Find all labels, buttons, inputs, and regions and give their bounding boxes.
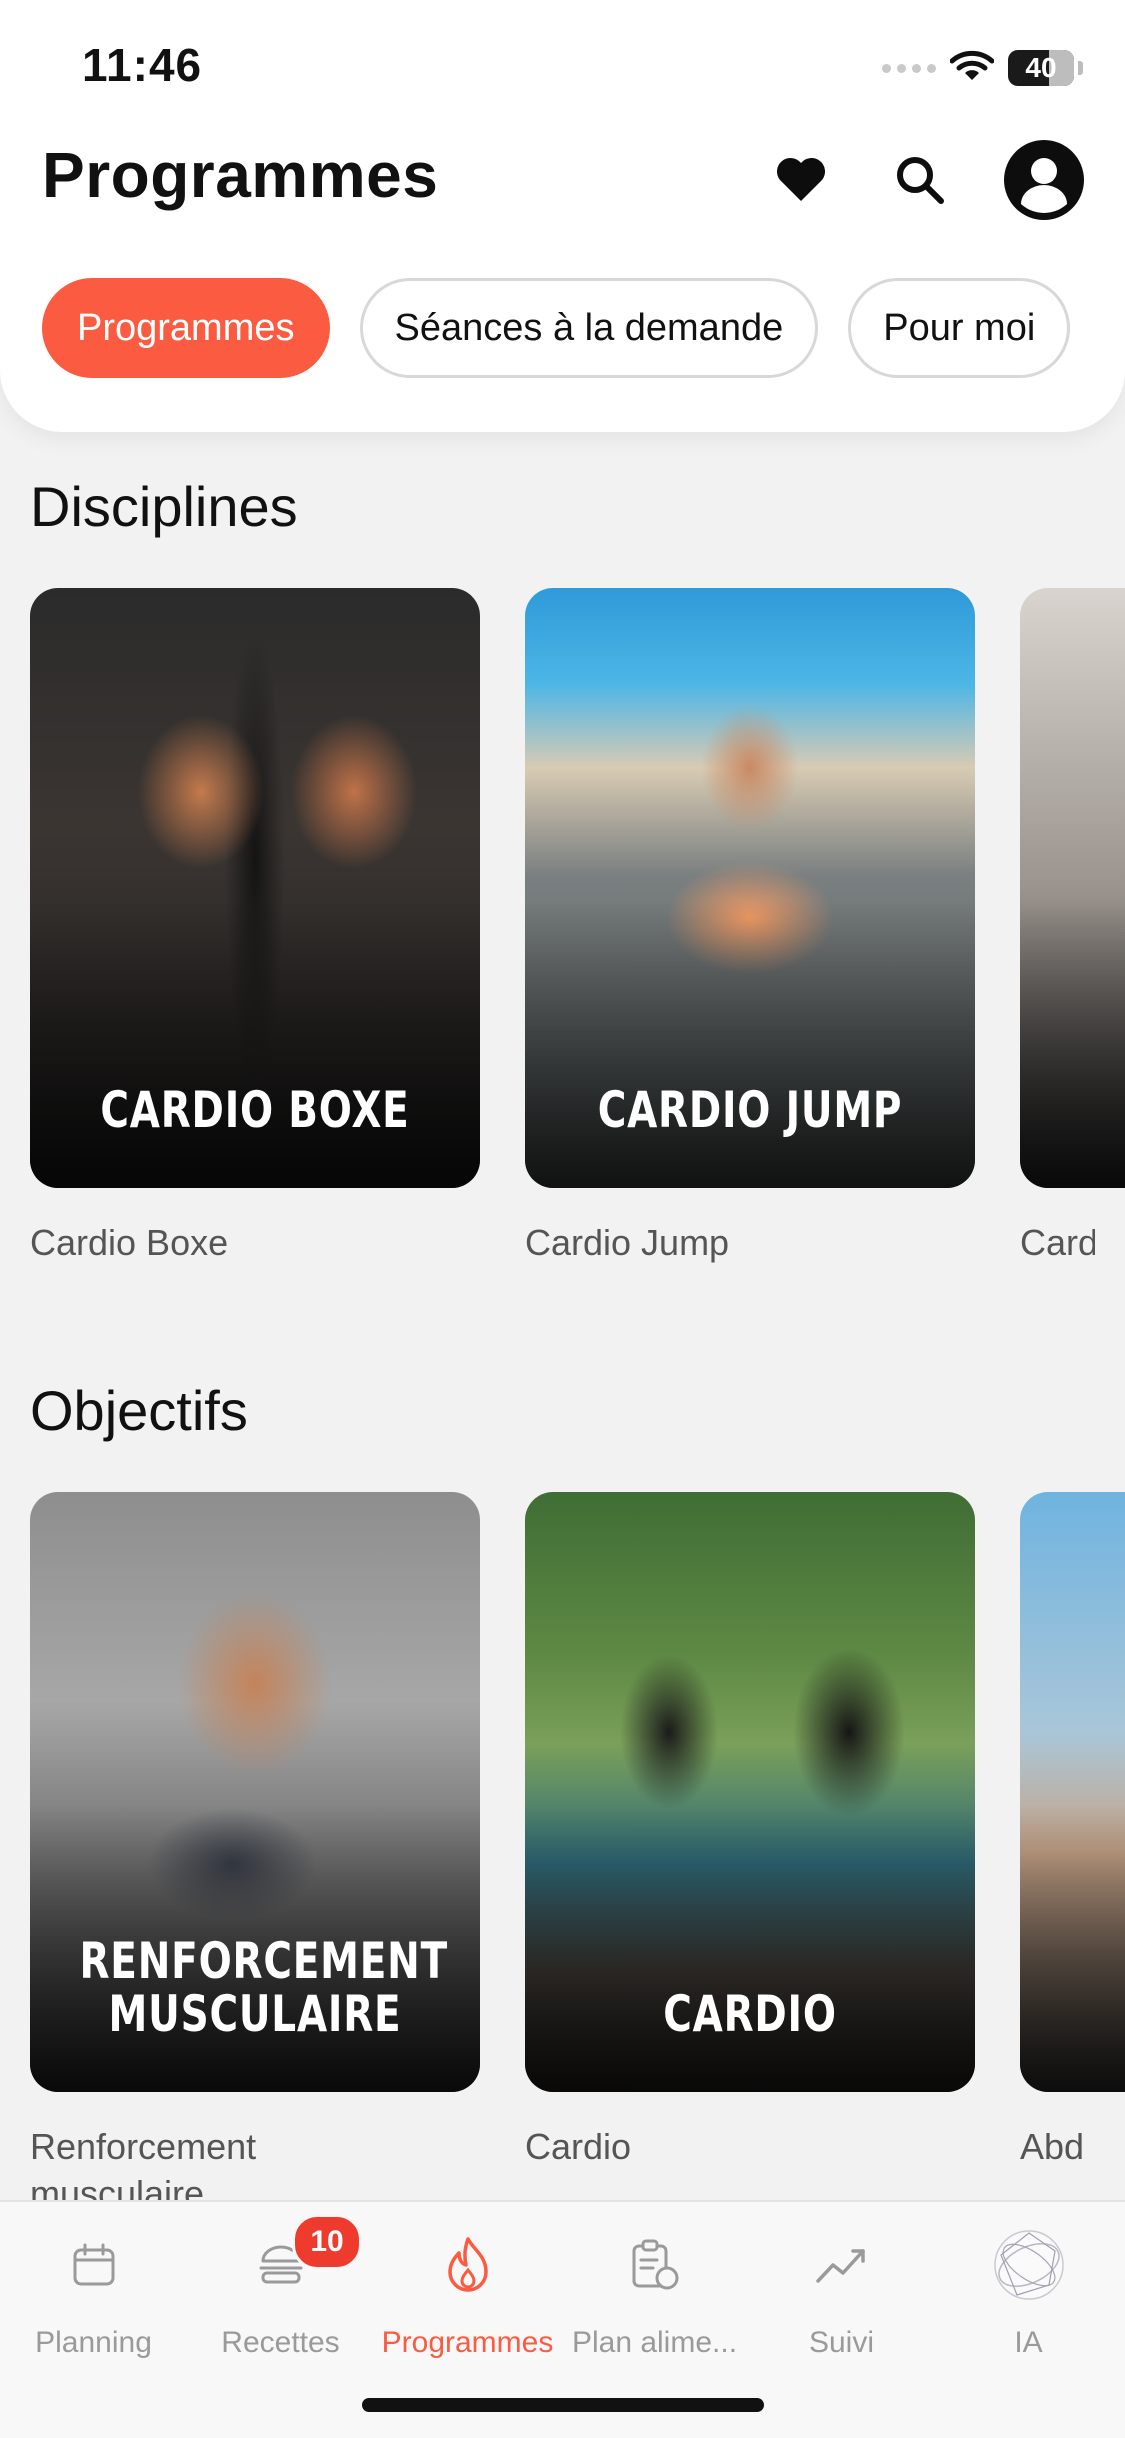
tab-label: IA: [1014, 2326, 1043, 2359]
card-peek-discipline[interactable]: [1020, 588, 1125, 1188]
tab-suivi[interactable]: Suivi: [748, 2202, 935, 2362]
tab-ia[interactable]: IA: [935, 2202, 1122, 2362]
status-time: 11:46: [82, 39, 203, 91]
tab-recettes[interactable]: 10 Recettes: [187, 2202, 374, 2362]
profile-button[interactable]: [1002, 138, 1086, 222]
heart-icon: [776, 157, 826, 201]
card-overlay-title: CARDIO BOXE: [100, 1080, 410, 1139]
chip-seances-a-la-demande[interactable]: Séances à la demande: [359, 278, 819, 378]
tab-label: Recettes: [221, 2326, 340, 2359]
filter-chips: Programmes Séances à la demande Pour moi: [42, 278, 1071, 378]
header: 11:46 40 Programmes Programmes Séances à…: [0, 0, 1125, 432]
wifi-icon: [949, 49, 995, 88]
home-indicator: [362, 2398, 764, 2412]
user-icon: [1004, 140, 1084, 220]
card-overlay-title: CARDIO JUMP: [597, 1080, 903, 1139]
cellular-signal-icon: [882, 63, 936, 73]
flame-icon: [374, 2232, 561, 2298]
tab-label: Suivi: [808, 2326, 875, 2359]
notification-badge: 10: [292, 2214, 362, 2270]
chip-programmes[interactable]: Programmes: [42, 278, 330, 378]
battery-tip: [1078, 61, 1083, 75]
status-icons: 40: [882, 46, 1083, 90]
battery-level: 40: [1025, 52, 1057, 83]
calendar-icon: [0, 2232, 187, 2298]
objectifs-carousel[interactable]: RENFORCEMENT MUSCULAIRE CARDIO: [30, 1492, 1125, 2092]
card-overlay-title: RENFORCEMENT MUSCULAIRE: [79, 1932, 448, 2043]
chip-pour-moi[interactable]: Pour moi: [848, 278, 1071, 378]
favorites-button[interactable]: [761, 140, 841, 220]
section-title-disciplines: Disciplines: [30, 475, 298, 538]
meal-plan-icon: [561, 2232, 748, 2298]
tab-programmes[interactable]: Programmes: [374, 2202, 561, 2362]
card-renforcement-musculaire[interactable]: RENFORCEMENT MUSCULAIRE: [30, 1492, 480, 2092]
ai-orb-icon: [935, 2230, 1122, 2300]
tab-label: Planning: [35, 2326, 152, 2359]
card-caption: Cardio Jump: [525, 1222, 730, 1263]
page-title: Programmes: [42, 139, 439, 211]
search-icon: [897, 157, 944, 204]
card-caption: Cardio: [525, 2126, 632, 2167]
section-title-objectifs: Objectifs: [30, 1379, 248, 1442]
trend-icon: [748, 2232, 935, 2298]
search-button[interactable]: [880, 140, 960, 220]
battery-icon: 40: [1008, 50, 1074, 86]
card-caption: Cardio Boxe: [30, 1222, 229, 1263]
card-cardio-boxe[interactable]: CARDIO BOXE: [30, 588, 480, 1188]
tab-planning[interactable]: Planning: [0, 2202, 187, 2362]
disciplines-carousel[interactable]: CARDIO BOXE CARDIO JUMP: [30, 588, 1125, 1188]
tab-label: Plan alime...: [571, 2326, 738, 2359]
card-cardio[interactable]: CARDIO: [525, 1492, 975, 2092]
card-cardio-jump[interactable]: CARDIO JUMP: [525, 588, 975, 1188]
card-caption: Card: [1020, 1222, 1095, 1263]
card-caption: Abd: [1020, 2126, 1085, 2167]
card-peek-objectif[interactable]: [1020, 1492, 1125, 2092]
tab-plan-alimentaire[interactable]: Plan alime...: [561, 2202, 748, 2362]
tab-label: Programmes: [381, 2326, 554, 2359]
card-overlay-title: CARDIO: [663, 1984, 837, 2043]
